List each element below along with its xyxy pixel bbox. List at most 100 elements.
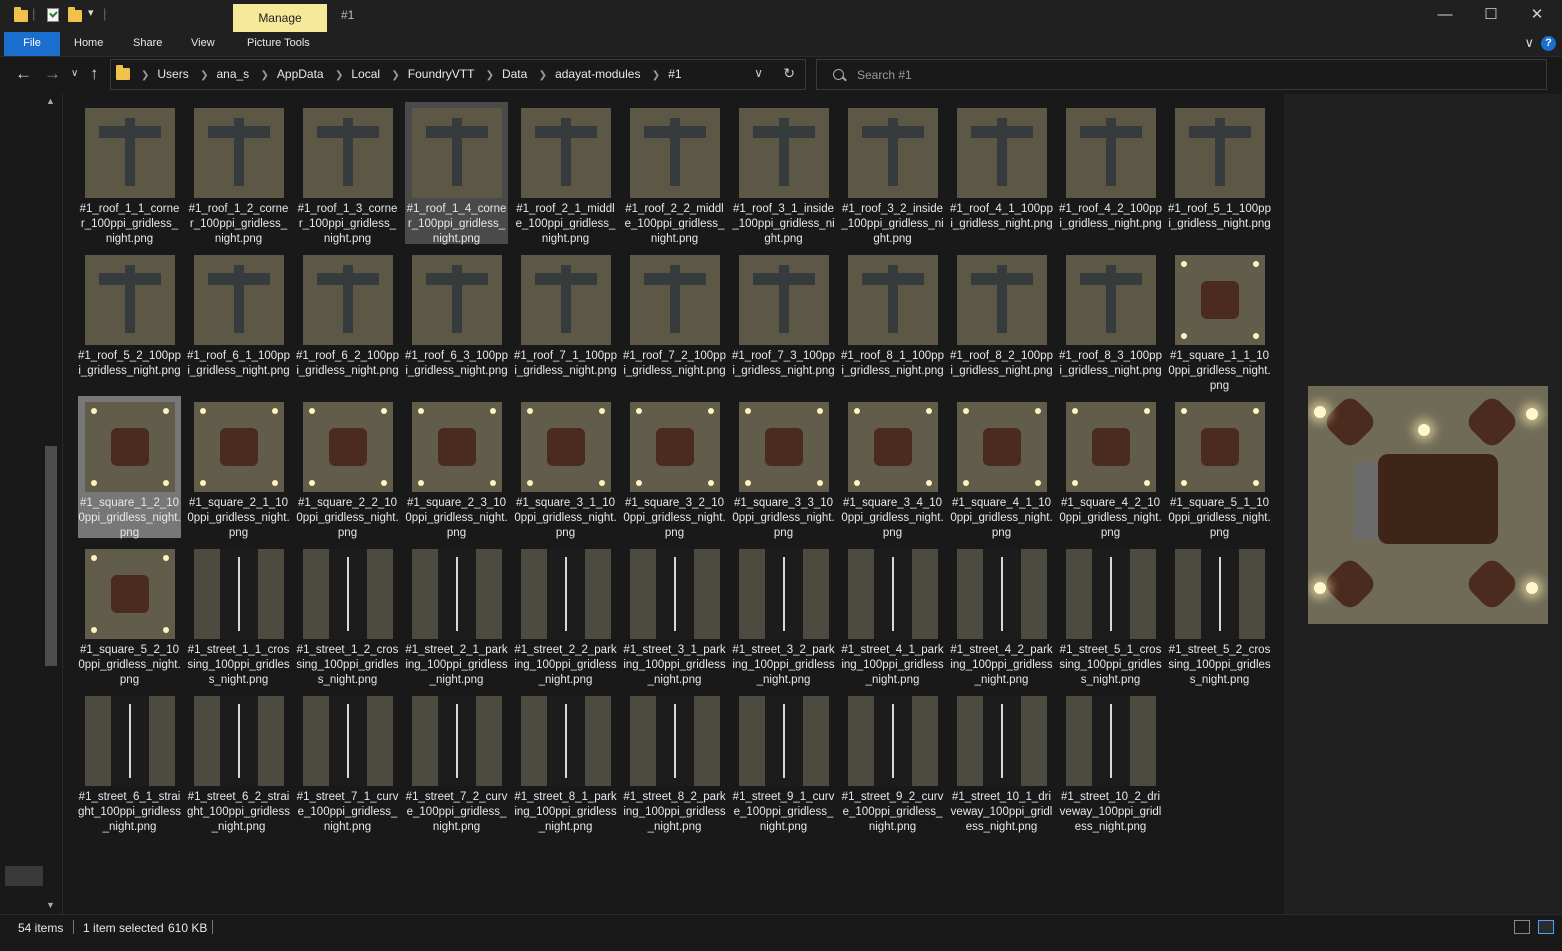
new-folder-icon[interactable] [68, 7, 82, 22]
tab-home[interactable]: Home [74, 32, 103, 56]
file-item[interactable]: #1_street_6_1_straight_100ppi_gridless_n… [78, 690, 181, 833]
address-dropdown-icon[interactable]: ∨ [754, 66, 763, 80]
collapse-ribbon-icon[interactable]: ∨ [1524, 35, 1534, 51]
file-item[interactable]: #1_street_9_2_curve_100ppi_gridless_nigh… [841, 690, 944, 833]
navigation-pane-selected-item[interactable] [5, 866, 43, 886]
breadcrumb-data[interactable]: Data [502, 67, 527, 81]
file-item[interactable]: #1_street_10_2_driveway_100ppi_gridless_… [1059, 690, 1162, 833]
file-item[interactable]: #1_roof_4_1_100ppi_gridless_night.png [950, 102, 1053, 244]
file-item[interactable]: #1_roof_6_1_100ppi_gridless_night.png [187, 249, 290, 391]
file-item[interactable]: #1_square_3_4_100ppi_gridless_night.png [841, 396, 944, 539]
tab-share[interactable]: Share [133, 32, 162, 56]
scroll-down-icon[interactable]: ▼ [46, 900, 55, 910]
file-item[interactable]: #1_roof_1_1_corner_100ppi_gridless_night… [78, 102, 181, 245]
back-arrow-icon[interactable]: ← [15, 64, 32, 84]
file-item[interactable]: #1_square_2_3_100ppi_gridless_night.png [405, 396, 508, 539]
properties-icon[interactable] [47, 8, 59, 22]
file-item[interactable]: #1_square_2_2_100ppi_gridless_night.png [296, 396, 399, 539]
up-arrow-icon[interactable]: ↑ [90, 64, 99, 84]
chevron-right-icon[interactable]: ❯ [141, 70, 149, 81]
file-item[interactable]: #1_street_5_2_crossing_100ppi_gridless_n… [1168, 543, 1271, 686]
forward-arrow-icon[interactable]: → [44, 64, 61, 84]
file-item[interactable]: #1_street_5_1_crossing_100ppi_gridless_n… [1059, 543, 1162, 686]
file-item[interactable]: #1_square_3_2_100ppi_gridless_night.png [623, 396, 726, 539]
breadcrumb-users[interactable]: Users [157, 67, 188, 81]
file-item[interactable]: #1_street_6_2_straight_100ppi_gridless_n… [187, 690, 290, 833]
tab-picture-tools[interactable]: Picture Tools [247, 32, 310, 56]
file-item[interactable]: #1_roof_7_1_100ppi_gridless_night.png [514, 249, 617, 391]
file-item[interactable]: #1_street_1_2_crossing_100ppi_gridless_n… [296, 543, 399, 686]
help-icon[interactable]: ? [1541, 36, 1556, 51]
file-item[interactable]: #1_roof_1_3_corner_100ppi_gridless_night… [296, 102, 399, 245]
chevron-right-icon[interactable]: ❯ [200, 70, 208, 81]
breadcrumb-current-folder[interactable]: #1 [668, 67, 681, 81]
file-item[interactable]: #1_street_9_1_curve_100ppi_gridless_nigh… [732, 690, 835, 833]
file-item[interactable]: #1_roof_5_2_100ppi_gridless_night.png [78, 249, 181, 391]
file-item[interactable]: #1_street_3_1_parking_100ppi_gridless_ni… [623, 543, 726, 686]
file-item[interactable]: #1_roof_8_3_100ppi_gridless_night.png [1059, 249, 1162, 391]
maximize-button[interactable]: ☐ [1468, 0, 1514, 32]
file-item[interactable]: #1_square_3_3_100ppi_gridless_night.png [732, 396, 835, 539]
customize-quick-access-icon[interactable]: ▾ [88, 6, 94, 19]
search-input[interactable] [855, 65, 1459, 85]
file-item[interactable]: #1_roof_6_2_100ppi_gridless_night.png [296, 249, 399, 391]
file-item[interactable]: #1_street_1_1_crossing_100ppi_gridless_n… [187, 543, 290, 686]
folder-icon[interactable] [14, 7, 28, 22]
manage-tab[interactable]: Manage [233, 4, 327, 32]
file-item[interactable]: #1_roof_2_1_middle_100ppi_gridless_night… [514, 102, 617, 245]
refresh-icon[interactable]: ↻ [783, 65, 795, 82]
navigation-pane-scrollbar[interactable] [45, 446, 57, 666]
search-box[interactable] [816, 59, 1547, 90]
file-item[interactable]: #1_roof_2_2_middle_100ppi_gridless_night… [623, 102, 726, 245]
file-item[interactable]: #1_roof_6_3_100ppi_gridless_night.png [405, 249, 508, 391]
file-item[interactable]: #1_square_1_1_100ppi_gridless_night.png [1168, 249, 1271, 392]
file-item[interactable]: #1_street_2_2_parking_100ppi_gridless_ni… [514, 543, 617, 686]
breadcrumb-local[interactable]: Local [351, 67, 380, 81]
file-item[interactable]: #1_roof_7_3_100ppi_gridless_night.png [732, 249, 835, 391]
file-item[interactable]: #1_square_5_2_100ppi_gridless_night.png [78, 543, 181, 686]
breadcrumb-appdata[interactable]: AppData [277, 67, 324, 81]
file-item[interactable]: #1_street_8_1_parking_100ppi_gridless_ni… [514, 690, 617, 833]
large-icons-view-icon[interactable] [1538, 920, 1554, 934]
file-item[interactable]: #1_roof_1_4_corner_100ppi_gridless_night… [405, 102, 508, 245]
file-item[interactable]: #1_roof_1_2_corner_100ppi_gridless_night… [187, 102, 290, 245]
file-item[interactable]: #1_square_3_1_100ppi_gridless_night.png [514, 396, 617, 539]
minimize-button[interactable]: — [1422, 0, 1468, 32]
file-item[interactable]: #1_street_8_2_parking_100ppi_gridless_ni… [623, 690, 726, 833]
chevron-right-icon[interactable]: ❯ [335, 70, 343, 81]
file-item[interactable]: #1_street_2_1_parking_100ppi_gridless_ni… [405, 543, 508, 686]
file-item[interactable]: #1_street_7_2_curve_100ppi_gridless_nigh… [405, 690, 508, 833]
chevron-right-icon[interactable]: ❯ [486, 70, 494, 81]
file-item[interactable]: #1_roof_8_2_100ppi_gridless_night.png [950, 249, 1053, 391]
breadcrumb-adayat-modules[interactable]: adayat-modules [555, 67, 640, 81]
navigation-pane[interactable]: ▲ ▼ [0, 94, 63, 914]
breadcrumb-foundryvtt[interactable]: FoundryVTT [408, 67, 474, 81]
close-button[interactable]: ✕ [1514, 0, 1560, 32]
breadcrumb-ana-s[interactable]: ana_s [216, 67, 249, 81]
file-item[interactable]: #1_square_4_2_100ppi_gridless_night.png [1059, 396, 1162, 539]
file-item[interactable]: #1_street_4_2_parking_100ppi_gridless_ni… [950, 543, 1053, 686]
address-bar[interactable]: ❯ Users ❯ ana_s ❯ AppData ❯ Local ❯ FoundryVT… [110, 59, 806, 90]
file-item[interactable]: #1_square_4_1_100ppi_gridless_night.png [950, 396, 1053, 539]
file-item[interactable]: #1_street_7_1_curve_100ppi_gridless_nigh… [296, 690, 399, 833]
file-item[interactable]: #1_square_1_2_100ppi_gridless_night.png [78, 396, 181, 539]
file-item[interactable]: #1_roof_3_1_inside_100ppi_gridless_night… [732, 102, 835, 245]
file-item[interactable]: #1_square_5_1_100ppi_gridless_night.png [1168, 396, 1271, 539]
chevron-right-icon[interactable]: ❯ [261, 70, 269, 81]
scroll-up-icon[interactable]: ▲ [46, 96, 55, 106]
file-item[interactable]: #1_street_10_1_driveway_100ppi_gridless_… [950, 690, 1053, 833]
file-item[interactable]: #1_square_2_1_100ppi_gridless_night.png [187, 396, 290, 539]
recent-locations-icon[interactable]: ∨ [71, 68, 78, 79]
file-item[interactable]: #1_roof_4_2_100ppi_gridless_night.png [1059, 102, 1162, 244]
details-view-icon[interactable] [1514, 920, 1530, 934]
chevron-right-icon[interactable]: ❯ [391, 70, 399, 81]
tab-view[interactable]: View [191, 32, 215, 56]
chevron-right-icon[interactable]: ❯ [652, 70, 660, 81]
file-item[interactable]: #1_street_3_2_parking_100ppi_gridless_ni… [732, 543, 835, 686]
file-item[interactable]: #1_roof_3_2_inside_100ppi_gridless_night… [841, 102, 944, 245]
tab-file[interactable]: File [4, 32, 60, 56]
file-item[interactable]: #1_roof_5_1_100ppi_gridless_night.png [1168, 102, 1271, 244]
file-item[interactable]: #1_roof_7_2_100ppi_gridless_night.png [623, 249, 726, 391]
chevron-right-icon[interactable]: ❯ [539, 70, 547, 81]
file-item[interactable]: #1_roof_8_1_100ppi_gridless_night.png [841, 249, 944, 391]
